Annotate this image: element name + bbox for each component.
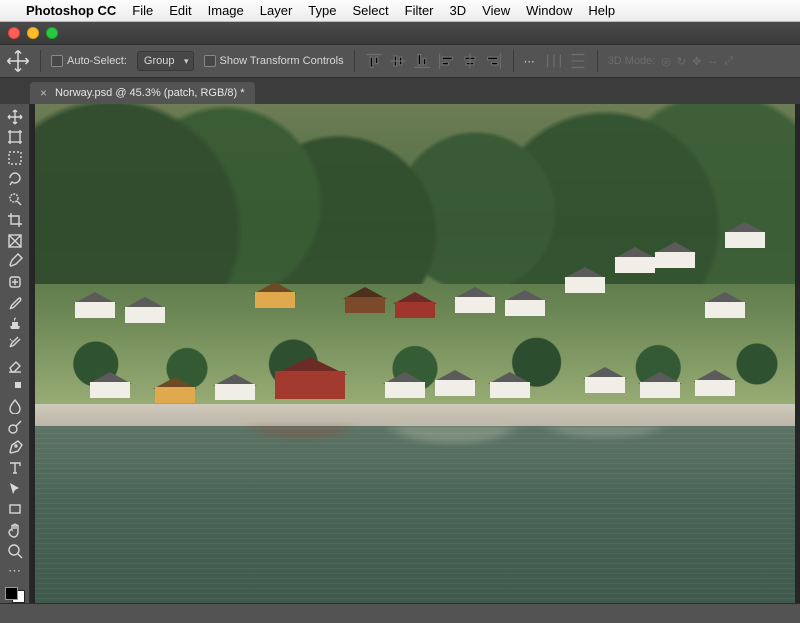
auto-select-layer-dropdown[interactable]: Group — [137, 51, 194, 71]
move-tool-indicator-icon — [6, 49, 30, 73]
window-titlebar — [0, 22, 800, 44]
marquee-tool[interactable] — [3, 149, 27, 167]
document-tab[interactable]: × Norway.psd @ 45.3% (patch, RGB/8) * — [30, 82, 255, 104]
clone-stamp-tool[interactable] — [3, 315, 27, 333]
menu-window[interactable]: Window — [526, 3, 572, 18]
document-tab-label: Norway.psd @ 45.3% (patch, RGB/8) * — [55, 87, 244, 99]
distribute-v-icon[interactable] — [569, 52, 587, 70]
workspace: ⋯ — [0, 104, 800, 603]
eraser-tool[interactable] — [3, 356, 27, 374]
3d-roll-icon[interactable]: ↻ — [677, 55, 686, 68]
path-select-tool[interactable] — [3, 480, 27, 498]
window-minimize-button[interactable] — [27, 27, 39, 39]
status-bar — [0, 603, 800, 623]
document-canvas[interactable] — [35, 104, 795, 603]
foreground-color-swatch[interactable] — [5, 587, 18, 600]
foreground-background-colors[interactable] — [5, 587, 25, 603]
align-hcenter-icon[interactable] — [461, 52, 479, 70]
lasso-tool[interactable] — [3, 170, 27, 188]
3d-mode-label: 3D Mode: — [608, 55, 656, 67]
align-buttons — [365, 52, 503, 70]
align-bottom-icon[interactable] — [413, 52, 431, 70]
menu-type[interactable]: Type — [308, 3, 336, 18]
menu-view[interactable]: View — [482, 3, 510, 18]
divider — [597, 50, 598, 72]
edit-toolbar-icon[interactable]: ⋯ — [3, 562, 27, 580]
zoom-tool[interactable] — [3, 542, 27, 560]
3d-mode-group: 3D Mode: ◎ ↻ ✥ ↔ ⤢ — [608, 55, 734, 68]
hand-tool[interactable] — [3, 521, 27, 539]
show-transform-checkbox[interactable]: Show Transform Controls — [204, 55, 344, 67]
window-close-button[interactable] — [8, 27, 20, 39]
crop-tool[interactable] — [3, 211, 27, 229]
close-tab-icon[interactable]: × — [40, 86, 47, 100]
move-tool[interactable] — [3, 108, 27, 126]
gradient-tool[interactable] — [3, 377, 27, 395]
divider — [40, 50, 41, 72]
align-right-icon[interactable] — [485, 52, 503, 70]
options-bar: Auto-Select: Group Show Transform Contro… — [0, 44, 800, 78]
rectangle-tool[interactable] — [3, 500, 27, 518]
auto-select-label: Auto-Select: — [67, 55, 127, 67]
auto-select-checkbox[interactable]: Auto-Select: — [51, 55, 127, 67]
pen-tool[interactable] — [3, 439, 27, 457]
align-vcenter-icon[interactable] — [389, 52, 407, 70]
canvas-area[interactable] — [30, 104, 800, 603]
3d-orbit-icon[interactable]: ◎ — [661, 55, 671, 68]
menu-filter[interactable]: Filter — [405, 3, 434, 18]
3d-pan-icon[interactable]: ✥ — [692, 55, 701, 68]
divider — [513, 50, 514, 72]
menu-select[interactable]: Select — [352, 3, 388, 18]
menu-file[interactable]: File — [132, 3, 153, 18]
app-window: Auto-Select: Group Show Transform Contro… — [0, 22, 800, 623]
app-menu[interactable]: Photoshop CC — [26, 3, 116, 18]
history-brush-tool[interactable] — [3, 335, 27, 353]
healing-brush-tool[interactable] — [3, 273, 27, 291]
align-top-icon[interactable] — [365, 52, 383, 70]
menu-3d[interactable]: 3D — [450, 3, 467, 18]
dodge-tool[interactable] — [3, 418, 27, 436]
menu-image[interactable]: Image — [208, 3, 244, 18]
auto-select-layer-value: Group — [144, 55, 175, 67]
divider — [354, 50, 355, 72]
artboard-tool[interactable] — [3, 129, 27, 147]
eyedropper-tool[interactable] — [3, 253, 27, 271]
brush-tool[interactable] — [3, 294, 27, 312]
toolbox: ⋯ — [0, 104, 30, 603]
3d-slide-icon[interactable]: ↔ — [707, 55, 718, 67]
show-transform-label: Show Transform Controls — [220, 55, 344, 67]
3d-scale-icon[interactable]: ⤢ — [724, 55, 733, 68]
window-zoom-button[interactable] — [46, 27, 58, 39]
menu-edit[interactable]: Edit — [169, 3, 191, 18]
menu-help[interactable]: Help — [588, 3, 615, 18]
blur-tool[interactable] — [3, 397, 27, 415]
document-tabs: × Norway.psd @ 45.3% (patch, RGB/8) * — [0, 78, 800, 104]
frame-tool[interactable] — [3, 232, 27, 250]
macos-menubar: Photoshop CC File Edit Image Layer Type … — [0, 0, 800, 22]
menu-layer[interactable]: Layer — [260, 3, 293, 18]
type-tool[interactable] — [3, 459, 27, 477]
quick-select-tool[interactable] — [3, 191, 27, 209]
distribute-buttons — [545, 52, 587, 70]
distribute-h-icon[interactable] — [545, 52, 563, 70]
more-options-icon[interactable]: ⋯ — [524, 55, 535, 68]
align-left-icon[interactable] — [437, 52, 455, 70]
